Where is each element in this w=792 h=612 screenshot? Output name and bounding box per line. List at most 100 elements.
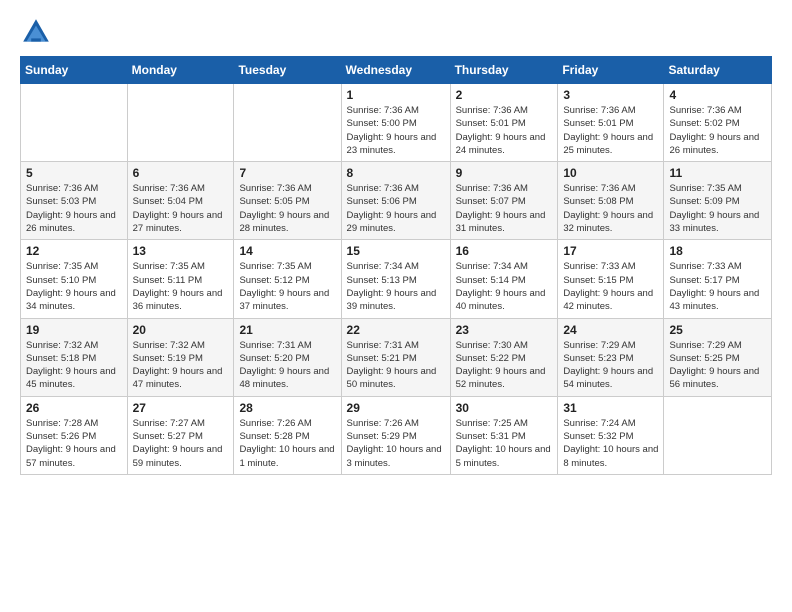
day-cell: 14 Sunrise: 7:35 AM Sunset: 5:12 PM Dayli…: [234, 240, 341, 318]
day-cell: 23 Sunrise: 7:30 AM Sunset: 5:22 PM Dayli…: [450, 318, 558, 396]
day-number: 2: [456, 88, 553, 102]
day-cell: 25 Sunrise: 7:29 AM Sunset: 5:25 PM Dayli…: [664, 318, 772, 396]
day-cell: 13Sunrise: 7:35 AM Sunset: 5:11 PM Dayli…: [127, 240, 234, 318]
weekday-header-wednesday: Wednesday: [341, 57, 450, 84]
day-info: Sunrise: 7:31 AM Sunset: 5:20 PM Dayligh…: [239, 339, 335, 392]
day-info: Sunrise: 7:35 AM Sunset: 5:12 PM Dayligh…: [239, 260, 335, 313]
day-number: 19: [26, 323, 122, 337]
week-row-5: 26 Sunrise: 7:28 AM Sunset: 5:26 PM Dayli…: [21, 396, 772, 474]
day-cell: 17 Sunrise: 7:33 AM Sunset: 5:15 PM Dayli…: [558, 240, 664, 318]
day-number: 10: [563, 166, 658, 180]
day-cell: 15Sunrise: 7:34 AM Sunset: 5:13 PM Dayli…: [341, 240, 450, 318]
day-cell: 22 Sunrise: 7:31 AM Sunset: 5:21 PM Dayli…: [341, 318, 450, 396]
day-info: Sunrise: 7:33 AM Sunset: 5:17 PM Dayligh…: [669, 260, 766, 313]
day-info: Sunrise: 7:34 AM Sunset: 5:14 PM Dayligh…: [456, 260, 553, 313]
day-number: 27: [133, 401, 229, 415]
day-number: 4: [669, 88, 766, 102]
day-number: 28: [239, 401, 335, 415]
day-number: 14: [239, 244, 335, 258]
calendar-table: SundayMondayTuesdayWednesdayThursdayFrid…: [20, 56, 772, 475]
weekday-header-monday: Monday: [127, 57, 234, 84]
day-cell: 20 Sunrise: 7:32 AM Sunset: 5:19 PM Dayli…: [127, 318, 234, 396]
weekday-header-friday: Friday: [558, 57, 664, 84]
day-cell: [234, 84, 341, 162]
day-cell: 4 Sunrise: 7:36 AM Sunset: 5:02 PM Daylig…: [664, 84, 772, 162]
day-info: Sunrise: 7:25 AM Sunset: 5:31 PM Dayligh…: [456, 417, 553, 470]
day-cell: 24 Sunrise: 7:29 AM Sunset: 5:23 PM Dayli…: [558, 318, 664, 396]
day-cell: 28Sunrise: 7:26 AM Sunset: 5:28 PM Dayli…: [234, 396, 341, 474]
day-number: 23: [456, 323, 553, 337]
day-number: 31: [563, 401, 658, 415]
day-info: Sunrise: 7:30 AM Sunset: 5:22 PM Dayligh…: [456, 339, 553, 392]
day-cell: 3 Sunrise: 7:36 AM Sunset: 5:01 PM Daylig…: [558, 84, 664, 162]
day-info: Sunrise: 7:29 AM Sunset: 5:25 PM Dayligh…: [669, 339, 766, 392]
day-info: Sunrise: 7:36 AM Sunset: 5:04 PM Dayligh…: [133, 182, 229, 235]
day-number: 20: [133, 323, 229, 337]
day-number: 9: [456, 166, 553, 180]
day-info: Sunrise: 7:28 AM Sunset: 5:26 PM Dayligh…: [26, 417, 122, 470]
day-cell: 26 Sunrise: 7:28 AM Sunset: 5:26 PM Dayli…: [21, 396, 128, 474]
day-cell: 2Sunrise: 7:36 AM Sunset: 5:01 PM Daylig…: [450, 84, 558, 162]
day-number: 22: [347, 323, 445, 337]
day-info: Sunrise: 7:36 AM Sunset: 5:05 PM Dayligh…: [239, 182, 335, 235]
header: [20, 16, 772, 48]
week-row-4: 19 Sunrise: 7:32 AM Sunset: 5:18 PM Dayli…: [21, 318, 772, 396]
weekday-header-saturday: Saturday: [664, 57, 772, 84]
day-info: Sunrise: 7:36 AM Sunset: 5:03 PM Dayligh…: [26, 182, 122, 235]
day-info: Sunrise: 7:24 AM Sunset: 5:32 PM Dayligh…: [563, 417, 658, 470]
day-number: 17: [563, 244, 658, 258]
day-cell: [664, 396, 772, 474]
day-number: 25: [669, 323, 766, 337]
day-cell: 16 Sunrise: 7:34 AM Sunset: 5:14 PM Dayli…: [450, 240, 558, 318]
day-number: 1: [347, 88, 445, 102]
day-cell: 11Sunrise: 7:35 AM Sunset: 5:09 PM Dayli…: [664, 162, 772, 240]
day-number: 6: [133, 166, 229, 180]
weekday-header-tuesday: Tuesday: [234, 57, 341, 84]
week-row-1: 1 Sunrise: 7:36 AM Sunset: 5:00 PM Daylig…: [21, 84, 772, 162]
day-info: Sunrise: 7:26 AM Sunset: 5:29 PM Dayligh…: [347, 417, 445, 470]
page: SundayMondayTuesdayWednesdayThursdayFrid…: [0, 0, 792, 612]
day-number: 16: [456, 244, 553, 258]
day-cell: 5 Sunrise: 7:36 AM Sunset: 5:03 PM Daylig…: [21, 162, 128, 240]
day-info: Sunrise: 7:32 AM Sunset: 5:19 PM Dayligh…: [133, 339, 229, 392]
day-cell: [21, 84, 128, 162]
day-cell: 21 Sunrise: 7:31 AM Sunset: 5:20 PM Dayli…: [234, 318, 341, 396]
day-cell: 12Sunrise: 7:35 AM Sunset: 5:10 PM Dayli…: [21, 240, 128, 318]
day-number: 26: [26, 401, 122, 415]
weekday-header-sunday: Sunday: [21, 57, 128, 84]
weekday-header-row: SundayMondayTuesdayWednesdayThursdayFrid…: [21, 57, 772, 84]
day-info: Sunrise: 7:31 AM Sunset: 5:21 PM Dayligh…: [347, 339, 445, 392]
day-cell: 30 Sunrise: 7:25 AM Sunset: 5:31 PM Dayli…: [450, 396, 558, 474]
day-number: 18: [669, 244, 766, 258]
day-info: Sunrise: 7:35 AM Sunset: 5:09 PM Dayligh…: [669, 182, 766, 235]
day-cell: 10Sunrise: 7:36 AM Sunset: 5:08 PM Dayli…: [558, 162, 664, 240]
day-cell: 1 Sunrise: 7:36 AM Sunset: 5:00 PM Daylig…: [341, 84, 450, 162]
day-cell: 29Sunrise: 7:26 AM Sunset: 5:29 PM Dayli…: [341, 396, 450, 474]
day-cell: 9 Sunrise: 7:36 AM Sunset: 5:07 PM Daylig…: [450, 162, 558, 240]
day-info: Sunrise: 7:36 AM Sunset: 5:06 PM Dayligh…: [347, 182, 445, 235]
day-number: 24: [563, 323, 658, 337]
day-number: 3: [563, 88, 658, 102]
day-info: Sunrise: 7:32 AM Sunset: 5:18 PM Dayligh…: [26, 339, 122, 392]
day-info: Sunrise: 7:33 AM Sunset: 5:15 PM Dayligh…: [563, 260, 658, 313]
week-row-3: 12Sunrise: 7:35 AM Sunset: 5:10 PM Dayli…: [21, 240, 772, 318]
day-cell: 18 Sunrise: 7:33 AM Sunset: 5:17 PM Dayli…: [664, 240, 772, 318]
logo: [20, 16, 56, 48]
day-number: 21: [239, 323, 335, 337]
day-info: Sunrise: 7:36 AM Sunset: 5:00 PM Dayligh…: [347, 104, 445, 157]
day-info: Sunrise: 7:34 AM Sunset: 5:13 PM Dayligh…: [347, 260, 445, 313]
day-info: Sunrise: 7:36 AM Sunset: 5:07 PM Dayligh…: [456, 182, 553, 235]
day-cell: [127, 84, 234, 162]
day-number: 30: [456, 401, 553, 415]
day-info: Sunrise: 7:35 AM Sunset: 5:10 PM Dayligh…: [26, 260, 122, 313]
week-row-2: 5 Sunrise: 7:36 AM Sunset: 5:03 PM Daylig…: [21, 162, 772, 240]
day-cell: 6 Sunrise: 7:36 AM Sunset: 5:04 PM Daylig…: [127, 162, 234, 240]
day-info: Sunrise: 7:36 AM Sunset: 5:01 PM Dayligh…: [563, 104, 658, 157]
weekday-header-thursday: Thursday: [450, 57, 558, 84]
day-info: Sunrise: 7:29 AM Sunset: 5:23 PM Dayligh…: [563, 339, 658, 392]
day-number: 5: [26, 166, 122, 180]
day-info: Sunrise: 7:27 AM Sunset: 5:27 PM Dayligh…: [133, 417, 229, 470]
day-number: 8: [347, 166, 445, 180]
day-cell: 7Sunrise: 7:36 AM Sunset: 5:05 PM Daylig…: [234, 162, 341, 240]
day-info: Sunrise: 7:36 AM Sunset: 5:02 PM Dayligh…: [669, 104, 766, 157]
